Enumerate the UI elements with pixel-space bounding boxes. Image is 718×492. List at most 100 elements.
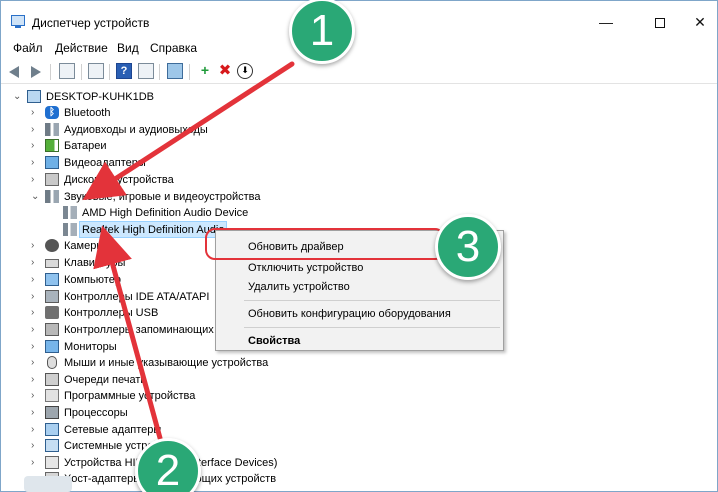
audio-io-icon [45, 123, 59, 136]
bluetooth-icon: ᛒ [45, 106, 59, 119]
maximize-icon [655, 18, 665, 29]
toolbar-separator [159, 64, 160, 80]
camera-icon [45, 239, 59, 252]
tree-item-mice[interactable]: › Мыши и иные указывающие устройства [1, 355, 301, 371]
pc-icon [27, 90, 41, 103]
chevron-down-icon[interactable]: ⌄ [31, 192, 39, 202]
title-bar: Диспетчер устройств — ✕ [1, 1, 717, 35]
chevron-right-icon[interactable]: › [31, 325, 39, 335]
add-driver-icon[interactable]: + [197, 63, 213, 79]
ide-controller-icon [45, 290, 59, 303]
chevron-right-icon[interactable]: › [31, 308, 39, 318]
tree-item-label: Видеоадаптеры [64, 157, 146, 169]
help-icon[interactable]: ? [116, 63, 132, 79]
network-adapter-icon [45, 423, 59, 436]
tree-item-processors[interactable]: › Процессоры [1, 405, 301, 421]
scan-hardware-icon[interactable] [167, 63, 183, 79]
tree-item-label: Камеры [64, 240, 105, 252]
chevron-right-icon[interactable]: › [31, 342, 39, 352]
printer-icon [45, 373, 59, 386]
tree-item-label: Процессоры [64, 407, 128, 419]
tree-item-label: Компьютер [64, 274, 121, 286]
usb-icon [45, 306, 59, 319]
root-label: DESKTOP-KUHK1DB [46, 91, 154, 103]
tree-item-label: Батареи [64, 140, 107, 152]
uninstall-icon[interactable]: ✖ [217, 63, 233, 79]
tree-item-software-devices[interactable]: › Программные устройства [1, 388, 301, 404]
chevron-right-icon[interactable]: › [31, 458, 39, 468]
tree-item-label: Аудиовходы и аудиовыходы [64, 124, 208, 136]
chevron-right-icon[interactable]: › [31, 292, 39, 302]
chevron-right-icon[interactable]: › [31, 158, 39, 168]
tree-item-label: Контроллеры IDE ATA/ATAPI [64, 291, 210, 303]
tree-item-disk-drives[interactable]: › Дисковые устройства [1, 172, 301, 188]
chevron-right-icon[interactable]: › [31, 258, 39, 268]
speaker-icon [63, 206, 77, 219]
menu-action[interactable]: Действие [55, 41, 108, 55]
tree-root[interactable]: ⌄ DESKTOP-KUHK1DB [1, 89, 201, 105]
battery-icon [45, 139, 59, 152]
chevron-right-icon[interactable]: › [31, 275, 39, 285]
callout-3: 3 [435, 214, 501, 280]
watermark-logo [24, 476, 72, 492]
storage-controller-icon [45, 323, 59, 336]
tree-item-label: Мониторы [64, 341, 117, 353]
keyboard-icon [45, 259, 59, 268]
toolbar: ? + ✖ ⬇ [1, 60, 717, 84]
context-uninstall-device[interactable]: Удалить устройство [248, 279, 350, 295]
update-driver-icon[interactable]: ⬇ [237, 63, 253, 79]
menu-help[interactable]: Справка [150, 41, 197, 55]
chevron-right-icon[interactable]: › [31, 241, 39, 251]
toolbar-separator [50, 64, 51, 80]
tree-item-label: Клавиатуры [64, 257, 126, 269]
menu-file[interactable]: Файл [13, 41, 43, 55]
tree-item-bluetooth[interactable]: › ᛒ Bluetooth [1, 105, 301, 121]
tree-item-batteries[interactable]: › Батареи [1, 138, 301, 154]
callout-1: 1 [289, 0, 355, 64]
chevron-right-icon[interactable]: › [31, 425, 39, 435]
tree-item-audio-io[interactable]: › Аудиовходы и аудиовыходы [1, 122, 301, 138]
chevron-right-icon[interactable]: › [31, 141, 39, 151]
show-hidden-icon[interactable] [138, 63, 154, 79]
chevron-right-icon[interactable]: › [31, 391, 39, 401]
device-manager-icon [11, 15, 25, 28]
cpu-icon [45, 406, 59, 419]
properties-icon[interactable] [88, 63, 104, 79]
tree-item-sound[interactable]: ⌄ Звуковые, игровые и видеоустройства [1, 189, 301, 205]
tree-item-amd-audio[interactable]: AMD High Definition Audio Device [1, 205, 301, 221]
close-button[interactable]: ✕ [677, 9, 718, 35]
chevron-right-icon[interactable]: › [31, 375, 39, 385]
tree-item-label: Программные устройства [64, 390, 196, 402]
chevron-right-icon[interactable]: › [31, 358, 39, 368]
toolbar-separator [109, 64, 110, 80]
minimize-button[interactable]: — [583, 9, 629, 35]
chevron-right-icon[interactable]: › [31, 175, 39, 185]
toolbar-separator [189, 64, 190, 80]
tree-item-label: Дисковые устройства [64, 174, 174, 186]
tree-item-label: Звуковые, игровые и видеоустройства [64, 191, 261, 203]
tree-item-display-adapters[interactable]: › Видеоадаптеры [1, 155, 301, 171]
menu-view[interactable]: Вид [117, 41, 139, 55]
context-scan-hardware[interactable]: Обновить конфигурацию оборудования [248, 306, 451, 322]
view-tree-icon[interactable] [59, 63, 75, 79]
tree-item-label: Сетевые адаптеры [64, 424, 162, 436]
tree-item-label: AMD High Definition Audio Device [82, 207, 249, 219]
tree-item-network-adapters[interactable]: › Сетевые адаптеры [1, 422, 301, 438]
context-disable-device[interactable]: Отключить устройство [248, 260, 363, 276]
mouse-icon [47, 356, 57, 369]
software-device-icon [45, 389, 59, 402]
tree-item-print-queues[interactable]: › Очереди печати [1, 372, 301, 388]
chevron-right-icon[interactable]: › [31, 408, 39, 418]
chevron-right-icon[interactable]: › [31, 441, 39, 451]
chevron-right-icon[interactable]: › [31, 108, 39, 118]
tree-item-label: Bluetooth [64, 107, 111, 119]
computer-icon [45, 273, 59, 286]
context-properties[interactable]: Свойства [248, 333, 300, 349]
chevron-down-icon[interactable]: ⌄ [13, 92, 21, 102]
back-icon[interactable] [9, 66, 19, 78]
forward-icon[interactable] [31, 66, 41, 78]
monitor-icon [45, 340, 59, 353]
display-adapter-icon [45, 156, 59, 169]
chevron-right-icon[interactable]: › [31, 125, 39, 135]
toolbar-separator [81, 64, 82, 80]
